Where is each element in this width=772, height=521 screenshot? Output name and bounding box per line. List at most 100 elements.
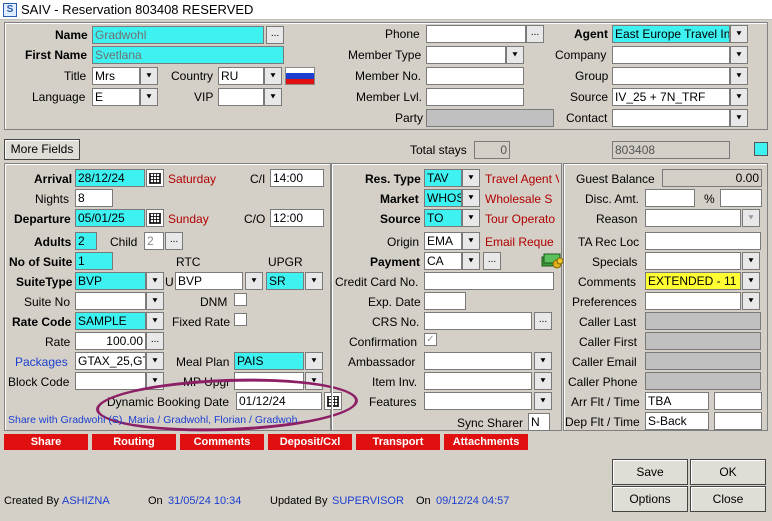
confirmation-checkbox[interactable]: ✓: [424, 333, 437, 346]
preferences-dropdown-arrow-icon[interactable]: ⯆: [742, 292, 760, 310]
vip-dropdown-arrow-icon[interactable]: ⯆: [264, 88, 282, 106]
close-button[interactable]: Close: [690, 486, 766, 512]
arr-time-field[interactable]: [714, 392, 762, 410]
reason-field[interactable]: [645, 209, 741, 227]
ci-field[interactable]: 14:00: [270, 169, 324, 187]
packages-field[interactable]: GTAX_25,GT: [75, 352, 146, 370]
upgr-field[interactable]: SR: [266, 272, 304, 290]
ambassador-dropdown-arrow-icon[interactable]: ⯆: [534, 352, 552, 370]
company-field[interactable]: [612, 46, 730, 64]
child-field[interactable]: 2: [144, 232, 164, 250]
item-inv-dropdown-arrow-icon[interactable]: ⯆: [534, 372, 552, 390]
tab-routing[interactable]: Routing: [92, 434, 176, 450]
fixed-rate-checkbox[interactable]: [234, 313, 247, 326]
member-type-field[interactable]: [426, 46, 506, 64]
agent-dropdown-arrow-icon[interactable]: ⯆: [730, 25, 748, 43]
country-dropdown-arrow-icon[interactable]: ⯆: [264, 67, 282, 85]
company-dropdown-arrow-icon[interactable]: ⯆: [730, 46, 748, 64]
tab-share[interactable]: Share: [4, 434, 88, 450]
ta-rec-loc-field[interactable]: [645, 232, 761, 250]
tab-deposit-cxl[interactable]: Deposit/Cxl: [268, 434, 352, 450]
tab-comments[interactable]: Comments: [180, 434, 264, 450]
tab-transport[interactable]: Transport: [356, 434, 440, 450]
dep-time-field[interactable]: [714, 412, 762, 430]
comments-dropdown-arrow-icon[interactable]: ⯆: [742, 272, 760, 290]
language-field[interactable]: E: [92, 88, 140, 106]
ok-button[interactable]: OK: [690, 459, 766, 485]
crs-no-field[interactable]: [424, 312, 532, 330]
contact-dropdown-arrow-icon[interactable]: ⯆: [730, 109, 748, 127]
features-field[interactable]: [424, 392, 532, 410]
nights-field[interactable]: 8: [75, 189, 113, 207]
suite-no-dropdown-arrow-icon[interactable]: ⯆: [146, 292, 164, 310]
suite-type-dropdown-arrow-icon[interactable]: ⯆: [146, 272, 164, 290]
share-with-text[interactable]: Share with Gradwohl (S), Maria / Gradwoh…: [8, 414, 326, 426]
origin-field[interactable]: EMA: [424, 232, 462, 250]
item-inv-field[interactable]: [424, 372, 532, 390]
res-type-field[interactable]: TAV: [424, 169, 462, 187]
arrival-calendar-icon[interactable]: [146, 169, 164, 187]
suite-no-field[interactable]: [75, 292, 146, 310]
member-no-field[interactable]: [426, 67, 524, 85]
market-field[interactable]: WHOS: [424, 189, 462, 207]
tab-attachments[interactable]: Attachments: [444, 434, 528, 450]
agent-source-dropdown-arrow-icon[interactable]: ⯆: [730, 88, 748, 106]
group-dropdown-arrow-icon[interactable]: ⯆: [730, 67, 748, 85]
title-field[interactable]: Mrs: [92, 67, 140, 85]
rate-code-dropdown-arrow-icon[interactable]: ⯆: [146, 312, 164, 330]
no-of-suite-field[interactable]: 1: [75, 252, 113, 270]
disc-pct-field[interactable]: [720, 189, 762, 207]
upgr-dropdown-arrow-icon[interactable]: ⯆: [305, 272, 323, 290]
specials-field[interactable]: [645, 252, 741, 270]
adults-field[interactable]: 2: [75, 232, 97, 250]
arrival-field[interactable]: 28/12/24: [75, 169, 145, 187]
vip-field[interactable]: [218, 88, 264, 106]
res-source-field[interactable]: TO: [424, 209, 462, 227]
packages-link[interactable]: Packages: [15, 355, 68, 369]
comments-field[interactable]: EXTENDED - 11: [645, 272, 741, 290]
language-dropdown-arrow-icon[interactable]: ⯆: [140, 88, 158, 106]
phone-lookup-button[interactable]: ...: [526, 25, 544, 43]
payment-dropdown-arrow-icon[interactable]: ⯆: [462, 252, 480, 270]
sync-sharer-field[interactable]: N: [528, 413, 550, 431]
dnm-checkbox[interactable]: [234, 293, 247, 306]
preferences-field[interactable]: [645, 292, 741, 310]
country-field[interactable]: RU: [218, 67, 264, 85]
packages-dropdown-arrow-icon[interactable]: ⯆: [146, 352, 164, 370]
contact-field[interactable]: [612, 109, 730, 127]
agent-source-field[interactable]: IV_25 + 7N_TRF: [612, 88, 730, 106]
features-dropdown-arrow-icon[interactable]: ⯆: [534, 392, 552, 410]
money-icon[interactable]: [541, 249, 564, 272]
first-name-field[interactable]: Svetlana: [92, 46, 284, 64]
phone-field[interactable]: [426, 25, 526, 43]
res-source-dropdown-arrow-icon[interactable]: ⯆: [462, 209, 480, 227]
save-button[interactable]: Save: [612, 459, 688, 485]
exp-date-field[interactable]: [424, 292, 466, 310]
options-button[interactable]: Options: [612, 486, 688, 512]
res-type-dropdown-arrow-icon[interactable]: ⯆: [462, 169, 480, 187]
departure-field[interactable]: 05/01/25: [75, 209, 145, 227]
market-dropdown-arrow-icon[interactable]: ⯆: [462, 189, 480, 207]
dep-flt-field[interactable]: S-Back: [645, 412, 709, 430]
reason-dropdown-arrow-icon[interactable]: ⯆: [742, 209, 760, 227]
rtc-dropdown-arrow-icon[interactable]: ⯆: [245, 272, 263, 290]
origin-dropdown-arrow-icon[interactable]: ⯆: [462, 232, 480, 250]
payment-field[interactable]: CA: [424, 252, 462, 270]
rtc-field[interactable]: BVP: [175, 272, 243, 290]
name-lookup-button[interactable]: ...: [266, 26, 284, 44]
ambassador-field[interactable]: [424, 352, 532, 370]
more-fields-button[interactable]: More Fields: [4, 139, 80, 160]
specials-dropdown-arrow-icon[interactable]: ⯆: [742, 252, 760, 270]
title-dropdown-arrow-icon[interactable]: ⯆: [140, 67, 158, 85]
meal-plan-field[interactable]: PAIS: [234, 352, 304, 370]
departure-calendar-icon[interactable]: [146, 209, 164, 227]
rate-code-field[interactable]: SAMPLE: [75, 312, 146, 330]
meal-plan-dropdown-arrow-icon[interactable]: ⯆: [305, 352, 323, 370]
arr-flt-field[interactable]: TBA: [645, 392, 709, 410]
block-code-field[interactable]: [75, 372, 146, 390]
credit-card-field[interactable]: [424, 272, 554, 290]
rate-field[interactable]: 100.00: [75, 332, 146, 350]
payment-lookup-button[interactable]: ...: [483, 252, 501, 270]
co-field[interactable]: 12:00: [270, 209, 324, 227]
agent-field[interactable]: East Europe Travel In: [612, 25, 730, 43]
